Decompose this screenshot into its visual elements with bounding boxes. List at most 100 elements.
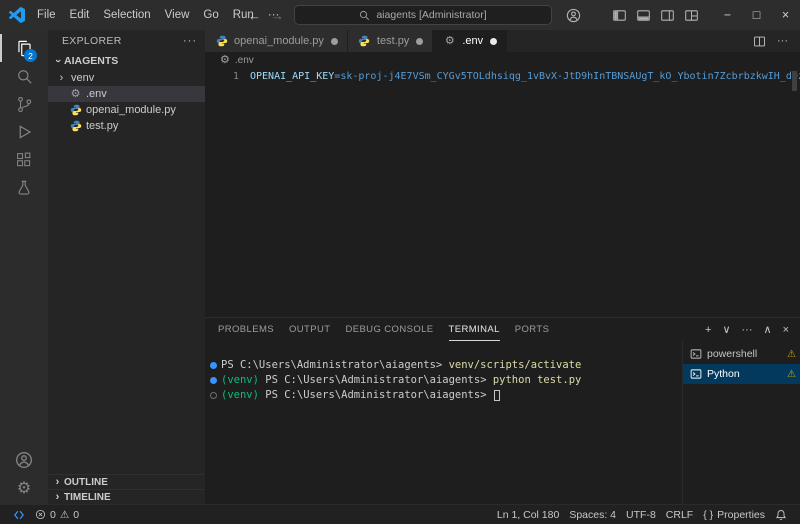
terminal-line: (venv) PS C:\Users\Administrator\aiagent…: [205, 388, 682, 403]
search-icon: [15, 67, 34, 86]
menu-selection[interactable]: Selection: [96, 0, 157, 30]
folder-section-header[interactable]: › AIAGENTS: [48, 52, 205, 70]
breadcrumb[interactable]: ⚙ .env: [205, 52, 800, 68]
terminal-tab-label: Python: [707, 368, 782, 380]
activity-explorer-button[interactable]: 2: [0, 34, 48, 62]
forward-button[interactable]: →: [271, 8, 284, 23]
env-value: =sk-proj-j4E7VSm_CYGv5TOLdhsiqg_1vBvX-Jt…: [334, 71, 800, 82]
activity-testing-button[interactable]: [0, 174, 48, 202]
panel-more-button[interactable]: ···: [742, 324, 753, 336]
folder-name: AIAGENTS: [64, 55, 118, 67]
terminal-line: PS C:\Users\Administrator\aiagents> venv…: [205, 358, 682, 373]
terminal-tab-powershell[interactable]: powershell ⚠: [683, 344, 800, 364]
beaker-icon: [15, 179, 33, 197]
accounts-button[interactable]: [0, 446, 48, 474]
tree-item-test[interactable]: test.py: [48, 118, 205, 134]
tab-openai-module[interactable]: openai_module.py: [205, 30, 348, 52]
activity-run-debug-button[interactable]: [0, 118, 48, 146]
tab-test[interactable]: test.py: [348, 30, 433, 52]
editor-group: openai_module.py test.py ⚙ .env: [205, 30, 800, 504]
command-center-search[interactable]: aiagents [Administrator]: [294, 5, 552, 25]
panel-tab-debug-console[interactable]: DEBUG CONSOLE: [345, 318, 433, 341]
tree-item-label: openai_module.py: [86, 104, 176, 116]
remote-indicator[interactable]: [8, 509, 30, 521]
terminal-tab-python[interactable]: Python ⚠: [683, 364, 800, 384]
timeline-section[interactable]: › TIMELINE: [48, 489, 205, 504]
new-terminal-button[interactable]: +: [705, 324, 711, 336]
prompt: PS C:\Users\Administrator\aiagents>: [265, 373, 493, 388]
code-line-1[interactable]: 1 OPENAI_API_KEY=sk-proj-j4E7VSm_CYGv5TO…: [205, 68, 800, 83]
command-decoration-icon: [205, 362, 221, 369]
tree-item-label: venv: [71, 72, 94, 84]
indentation[interactable]: Spaces: 4: [564, 509, 621, 521]
language-mode[interactable]: { } Properties: [698, 509, 770, 521]
close-button[interactable]: ×: [771, 0, 800, 30]
customize-layout-icon[interactable]: [679, 0, 703, 30]
tab-label: test.py: [377, 35, 409, 47]
explorer-actions-button[interactable]: ···: [183, 35, 197, 47]
venv-prefix: (venv): [221, 388, 265, 403]
tree-item-label: test.py: [86, 120, 118, 132]
panel-tab-terminal[interactable]: TERMINAL: [449, 318, 500, 341]
activity-extensions-button[interactable]: [0, 146, 48, 174]
tree-item-openai-module[interactable]: openai_module.py: [48, 102, 205, 118]
account-icon: [15, 451, 33, 469]
python-file-icon: [357, 35, 372, 47]
modified-dot-icon: [331, 38, 338, 45]
terminal-icon: [690, 348, 702, 360]
maximize-panel-button[interactable]: ∧: [764, 323, 772, 336]
run-debug-icon: [15, 123, 33, 141]
terminal-cursor: [494, 390, 500, 401]
encoding[interactable]: UTF-8: [621, 509, 661, 521]
braces-icon: { }: [703, 509, 713, 521]
back-button[interactable]: ←: [248, 8, 261, 23]
gear-file-icon: ⚙: [220, 55, 230, 66]
tab-label: openai_module.py: [234, 35, 324, 47]
python-file-icon: [68, 120, 83, 132]
menu-go[interactable]: Go: [196, 0, 225, 30]
eol-sequence[interactable]: CRLF: [661, 509, 698, 521]
account-icon[interactable]: [561, 0, 585, 30]
tab-env[interactable]: ⚙ .env: [433, 30, 507, 52]
toggle-panel-icon[interactable]: [631, 0, 655, 30]
command-decoration-icon: [205, 392, 221, 399]
problems-status[interactable]: 0 ⚠ 0: [30, 509, 84, 521]
menu-file[interactable]: File: [30, 0, 63, 30]
activity-bar-bottom: ⚙: [0, 446, 48, 504]
more-actions-icon[interactable]: ···: [777, 35, 788, 47]
cursor-position[interactable]: Ln 1, Col 180: [492, 509, 564, 521]
env-key: OPENAI_API_KEY: [250, 71, 334, 82]
gear-icon: ⚙: [17, 478, 31, 498]
manage-button[interactable]: ⚙: [0, 474, 48, 502]
menu-edit[interactable]: Edit: [63, 0, 97, 30]
warning-count: 0: [73, 509, 79, 521]
activity-search-button[interactable]: [0, 62, 48, 90]
terminal-output[interactable]: PS C:\Users\Administrator\aiagents> venv…: [205, 341, 682, 504]
tree-item-venv[interactable]: › venv: [48, 70, 205, 86]
language-label: Properties: [717, 509, 765, 521]
chevron-right-icon: ›: [51, 491, 64, 503]
code-editor[interactable]: 1 OPENAI_API_KEY=sk-proj-j4E7VSm_CYGv5TO…: [205, 68, 800, 317]
toggle-sidebar-icon[interactable]: [607, 0, 631, 30]
menu-view[interactable]: View: [158, 0, 197, 30]
vscode-window: File Edit Selection View Go Run ··· ← → …: [0, 0, 800, 524]
terminal-tab-label: powershell: [707, 348, 782, 360]
editor-scrollbar[interactable]: [792, 71, 797, 91]
panel-tab-problems[interactable]: PROBLEMS: [218, 318, 274, 341]
close-panel-button[interactable]: ×: [783, 324, 789, 336]
split-editor-icon[interactable]: [753, 35, 766, 48]
outline-section[interactable]: › OUTLINE: [48, 474, 205, 489]
error-icon: [35, 509, 46, 520]
toggle-secondary-sidebar-icon[interactable]: [655, 0, 679, 30]
minimize-button[interactable]: −: [713, 0, 742, 30]
terminal-dropdown-button[interactable]: ∨: [722, 323, 730, 336]
notifications-bell-icon[interactable]: [770, 509, 792, 521]
tree-item-env[interactable]: ⚙ .env: [48, 86, 205, 102]
activity-source-control-button[interactable]: [0, 90, 48, 118]
panel-tab-output[interactable]: OUTPUT: [289, 318, 330, 341]
panel-tab-ports[interactable]: PORTS: [515, 318, 550, 341]
editor-actions: ···: [753, 30, 800, 52]
chevron-right-icon: ›: [55, 72, 68, 84]
command-center-wrap: ← → aiagents [Administrator]: [248, 0, 552, 30]
maximize-button[interactable]: □: [742, 0, 771, 30]
